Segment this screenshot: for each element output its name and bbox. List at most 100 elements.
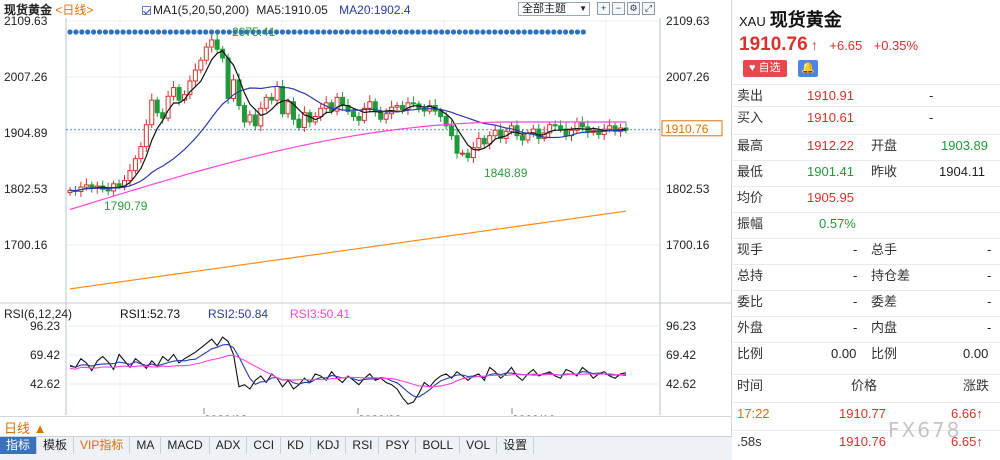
- candle-body: [579, 121, 585, 128]
- event-marker-dot: [356, 29, 362, 35]
- event-marker-dot: [521, 29, 527, 35]
- indicator-tab[interactable]: 指标: [0, 437, 38, 454]
- candle-body: [356, 116, 362, 121]
- chevron-down-icon: ▼: [579, 4, 587, 13]
- ticks-header: 时间 价格 涨跌: [733, 374, 1000, 396]
- indicator-tab[interactable]: PSY: [379, 437, 417, 454]
- ma-toggle-checkbox[interactable]: [142, 6, 151, 15]
- rsi2-label: RSI2:50.84: [208, 307, 268, 321]
- price-axis-label-right: 2109.63: [666, 14, 710, 28]
- chart-scrollbar[interactable]: [0, 454, 732, 460]
- candle-body: [263, 96, 269, 109]
- event-marker-dot: [533, 29, 539, 35]
- indicator-tab[interactable]: VOL: [460, 437, 498, 454]
- event-marker-dot: [161, 29, 167, 35]
- candle-body: [459, 152, 465, 155]
- symbol-name: 现货黄金: [769, 10, 842, 30]
- event-marker-dot: [185, 29, 191, 35]
- event-marker-dot: [397, 29, 403, 35]
- indicator-tab[interactable]: BOLL: [416, 437, 461, 454]
- indicator-tab[interactable]: KD: [281, 437, 311, 454]
- event-marker-dot: [462, 29, 468, 35]
- settings-icon[interactable]: ⚙: [627, 2, 640, 15]
- prev-close-label: 昨收: [871, 164, 898, 179]
- indicator-tab[interactable]: ADX: [210, 437, 248, 454]
- indicator-tab[interactable]: MA: [130, 437, 162, 454]
- order-diff-label: 委差: [871, 294, 898, 309]
- quote-row-ratio: 比例 0.00 比例 0.00: [733, 342, 1000, 364]
- event-marker-dot: [108, 29, 114, 35]
- event-marker-dot: [321, 29, 327, 35]
- indicator-tab[interactable]: CCI: [247, 437, 282, 454]
- event-marker-dot: [456, 29, 462, 35]
- candle-body: [116, 183, 122, 187]
- bell-icon[interactable]: 🔔: [797, 60, 818, 77]
- event-marker-dot: [386, 29, 392, 35]
- candle-body: [367, 101, 373, 109]
- theme-select-value: 全部主题: [522, 3, 566, 15]
- period-tag[interactable]: <日线>: [55, 3, 93, 17]
- ratio-left-label: 比例: [737, 346, 764, 361]
- indicator-tab[interactable]: 设置: [497, 437, 535, 454]
- candle-body: [127, 170, 133, 182]
- candle-body: [340, 96, 346, 107]
- kline-chart-panel[interactable]: 2109.63 2109.63 2007.26 2007.26 1904.89 1802.…: [0, 0, 732, 436]
- prev-close-value: 1904.11: [939, 164, 986, 179]
- add-watchlist-button[interactable]: ♥ 自选: [743, 60, 787, 77]
- event-marker-dot: [91, 29, 97, 35]
- instrument-title: 现货黄金: [4, 3, 53, 17]
- ma200-line: [69, 210, 627, 290]
- price-axis-label-left: 1700.16: [4, 238, 48, 252]
- event-marker-dot: [439, 29, 445, 35]
- event-marker-dot: [220, 29, 226, 35]
- indicator-tab[interactable]: RSI: [346, 437, 380, 454]
- candle-body: [203, 46, 209, 61]
- quote-row-order-ratio: 委比 - 委差 -: [733, 290, 1000, 312]
- rsi-axis-label-right: 69.42: [666, 348, 696, 362]
- total-volume-label: 总手: [871, 242, 898, 257]
- indicator-tab[interactable]: MACD: [161, 437, 210, 454]
- low-value: 1901.41: [807, 164, 854, 179]
- indicator-tab[interactable]: VIP指标: [74, 437, 131, 454]
- kline-chart-svg[interactable]: 2109.63 2109.632007.26 2007.261904.891802.…: [0, 0, 732, 416]
- fullscreen-icon[interactable]: ⤢: [642, 2, 655, 15]
- candle-body: [383, 113, 389, 120]
- ticks-price-header: 价格: [851, 378, 878, 393]
- theme-select[interactable]: 全部主题 ▼: [518, 2, 590, 16]
- event-marker-dot: [67, 29, 73, 35]
- event-marker-dot: [138, 29, 144, 35]
- indicator-tab[interactable]: 模板: [37, 437, 75, 454]
- event-marker-dot: [114, 29, 120, 35]
- tick-time: .58s: [737, 434, 762, 449]
- last-price: 1910.76: [739, 34, 808, 55]
- outer-volume-value: -: [853, 320, 858, 335]
- period-switch[interactable]: 日线 ▲: [4, 418, 46, 437]
- amplitude-label: 振幅: [737, 216, 764, 231]
- price-axis-label-left: 1904.89: [4, 126, 48, 140]
- event-marker-dot: [403, 29, 409, 35]
- order-ratio-label: 委比: [737, 294, 764, 309]
- low-label: 1848.89: [484, 166, 528, 180]
- event-marker-dot: [415, 29, 421, 35]
- candle-body: [465, 152, 471, 159]
- candle-body: [143, 124, 149, 148]
- event-marker-dot: [557, 29, 563, 35]
- zoom-in-icon[interactable]: +: [597, 2, 610, 15]
- event-marker-dot: [279, 29, 285, 35]
- candle-body: [192, 69, 198, 82]
- interest-diff-value: -: [987, 268, 992, 283]
- order-ratio-value: -: [853, 294, 858, 309]
- event-marker-dot: [327, 29, 333, 35]
- candle-body: [83, 184, 89, 188]
- indicator-tab[interactable]: KDJ: [311, 437, 347, 454]
- price-axis-label-right: 1700.16: [666, 238, 710, 252]
- event-marker-dot: [368, 29, 374, 35]
- event-marker-dot: [504, 29, 510, 35]
- candle-body: [258, 107, 264, 127]
- open-label: 开盘: [871, 138, 898, 153]
- zoom-out-icon[interactable]: −: [612, 2, 625, 15]
- event-marker-dot: [391, 29, 398, 35]
- candle-body: [154, 99, 160, 114]
- quote-row-volume: 现手 - 总手 -: [733, 238, 1000, 260]
- candle-body: [296, 118, 302, 128]
